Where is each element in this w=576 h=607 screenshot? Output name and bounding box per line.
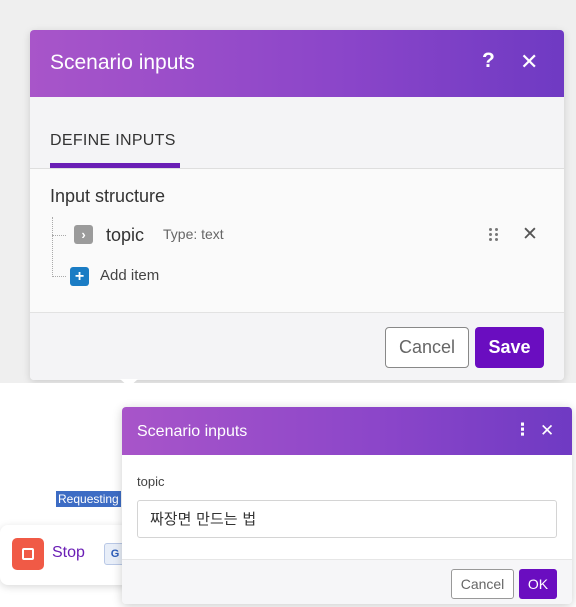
scenario-run-area: Requesting Stop G Scenario inputs ⋮ ✕ to… [0, 383, 576, 607]
dialog-header: Scenario inputs ⋮ ✕ [122, 407, 572, 455]
tree-connector [52, 235, 66, 236]
stop-icon [22, 548, 34, 560]
stop-button[interactable] [12, 538, 44, 570]
input-structure-label: Input structure [50, 186, 166, 206]
cancel-button[interactable]: Cancel [385, 327, 469, 368]
remove-field-icon[interactable]: ✕ [522, 223, 538, 246]
chevron-right-icon[interactable]: › [74, 225, 93, 244]
close-icon[interactable]: ✕ [520, 49, 538, 75]
field-name-topic[interactable]: topic [106, 225, 144, 246]
close-icon[interactable]: ✕ [540, 421, 554, 441]
topic-field-label: topic [137, 474, 165, 489]
requesting-status: Requesting [56, 491, 121, 507]
active-tab-indicator [50, 163, 180, 168]
modal-title: Scenario inputs [50, 51, 195, 74]
modal-tabs: DEFINE INPUTS [30, 97, 564, 169]
help-icon[interactable]: ? [482, 49, 495, 73]
more-vertical-icon[interactable]: ⋮ [514, 420, 531, 440]
save-button[interactable]: Save [475, 327, 544, 368]
tab-define-inputs[interactable]: DEFINE INPUTS [50, 132, 176, 150]
topic-input[interactable]: 짜장면 만드는 법 [137, 500, 557, 538]
run-scenario-inputs-dialog: Scenario inputs ⋮ ✕ topic 짜장면 만드는 법 Canc… [122, 407, 572, 604]
field-type-label: Type: text [163, 226, 224, 242]
stop-label[interactable]: Stop [52, 544, 85, 562]
input-structure-panel: Input structure › topic Type: text ✕ + A… [30, 169, 564, 312]
scenario-inputs-modal: Scenario inputs ? ✕ DEFINE INPUTS Input … [30, 30, 564, 380]
drag-handle-icon[interactable] [489, 228, 501, 242]
modal-footer: Cancel Save [30, 312, 564, 380]
scenario-editor-backdrop: Scenario inputs ? ✕ DEFINE INPUTS Input … [0, 0, 576, 383]
run-control-panel: Stop G [0, 525, 130, 585]
dialog-footer: Cancel OK [122, 559, 572, 604]
plus-icon[interactable]: + [70, 267, 89, 286]
add-item-button[interactable]: Add item [100, 267, 159, 284]
tree-connector [52, 276, 66, 277]
dialog-title: Scenario inputs [137, 423, 248, 440]
cancel-button[interactable]: Cancel [451, 569, 514, 599]
modal-header: Scenario inputs ? ✕ [30, 30, 564, 97]
tree-connector [52, 217, 53, 277]
dialog-body: topic 짜장면 만드는 법 [122, 455, 572, 559]
ok-button[interactable]: OK [519, 569, 557, 599]
